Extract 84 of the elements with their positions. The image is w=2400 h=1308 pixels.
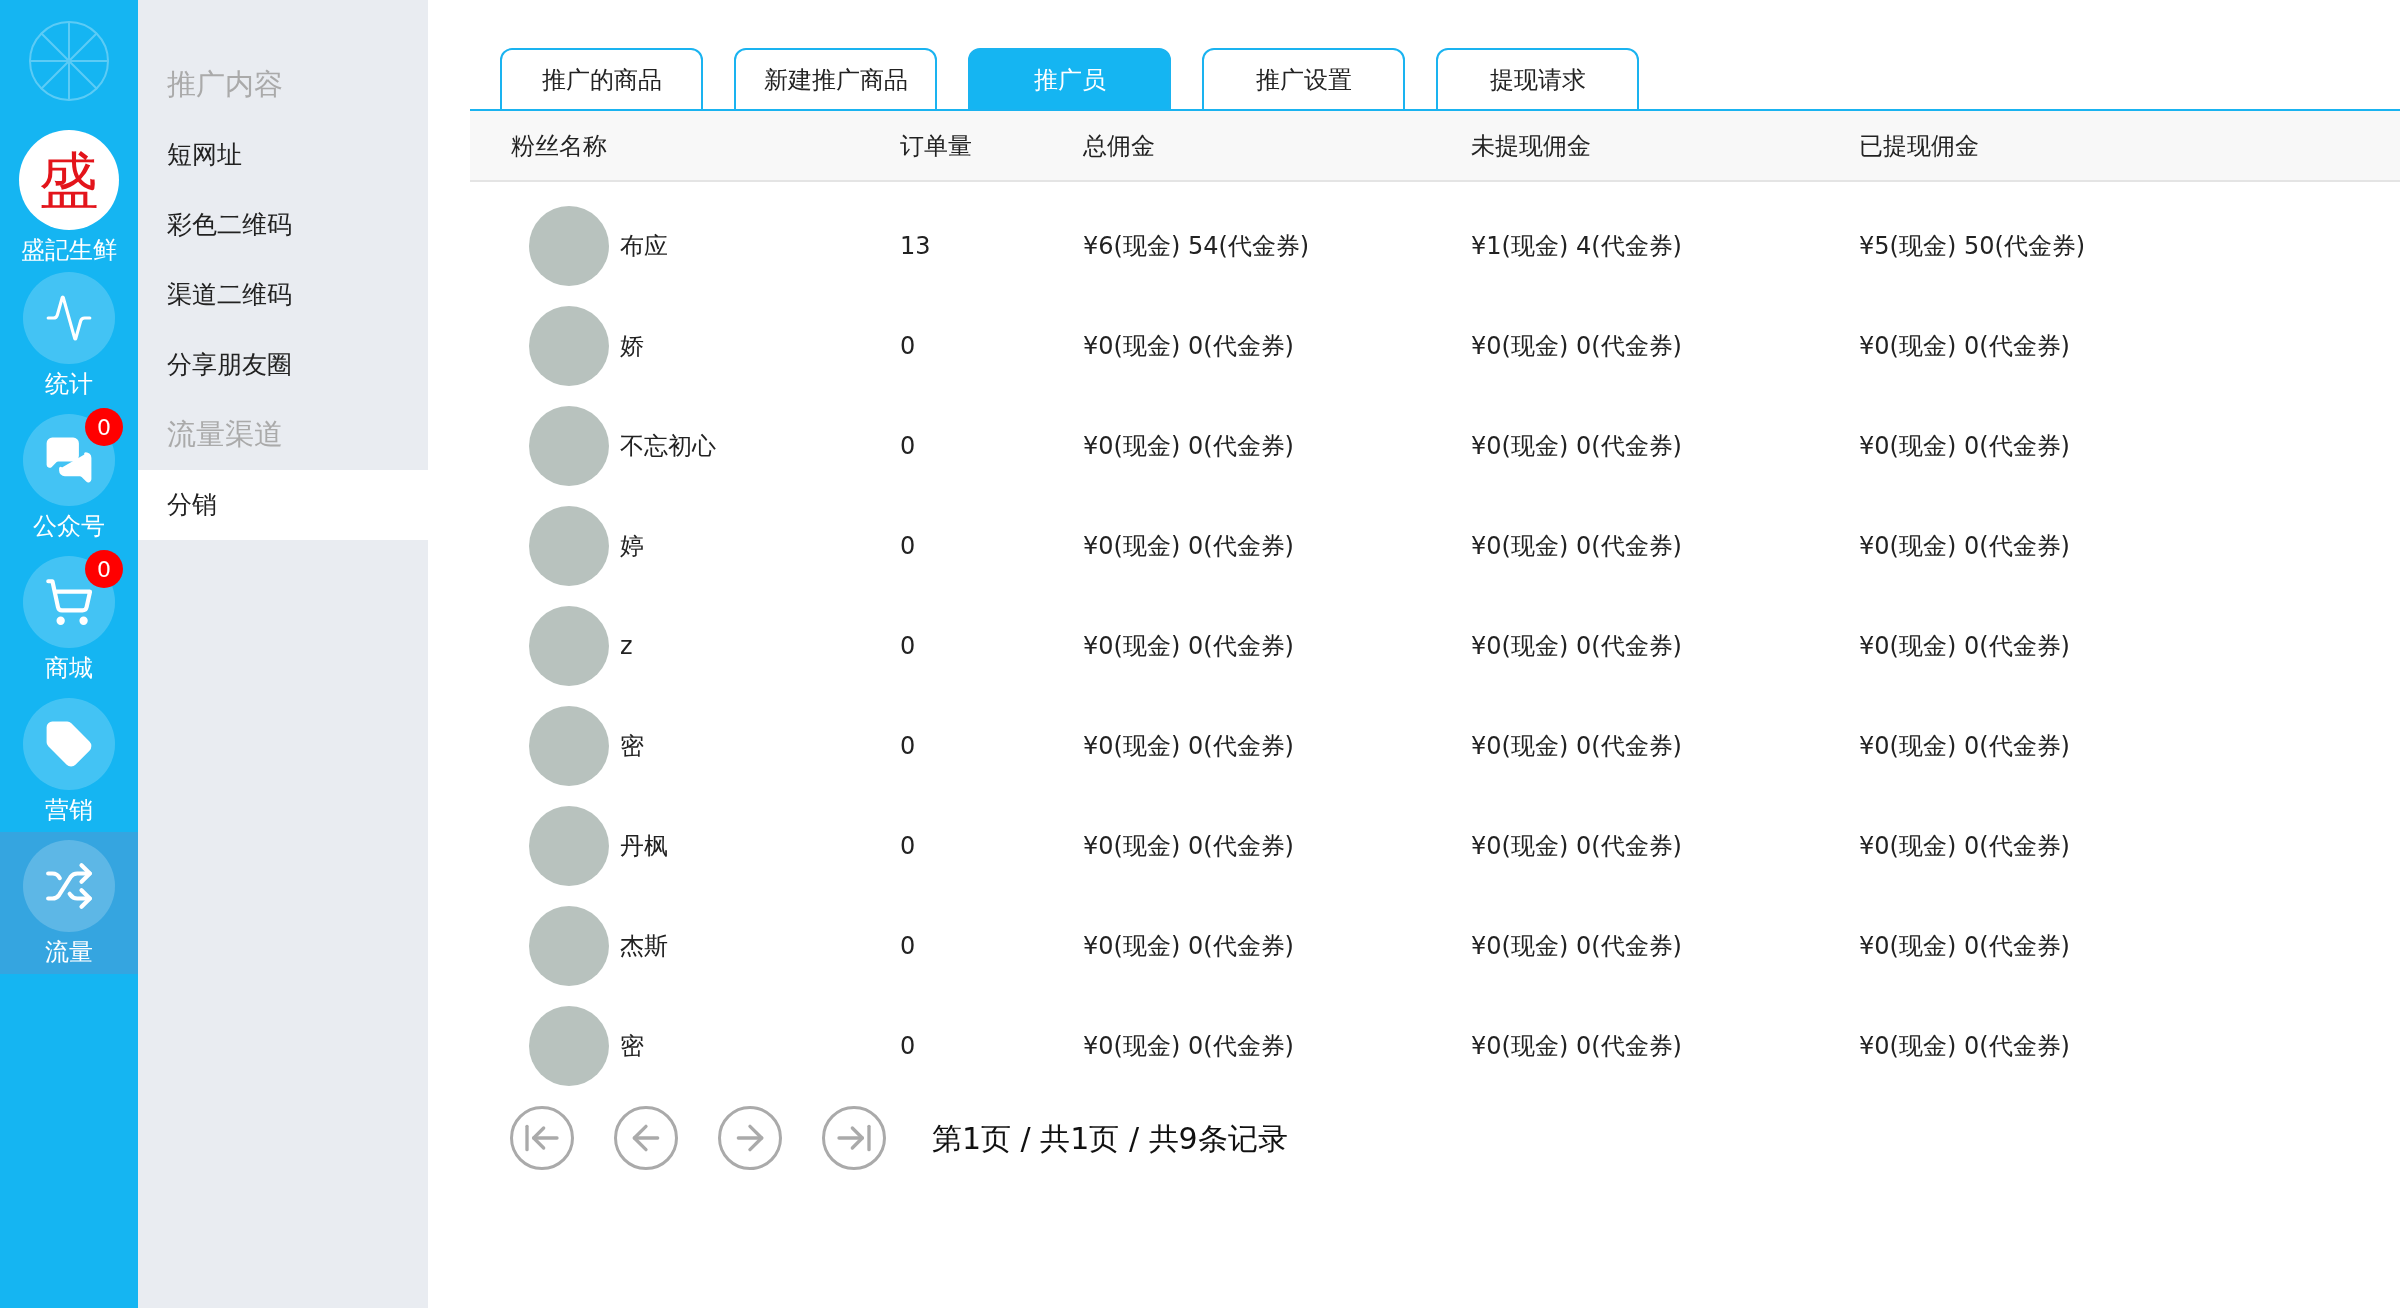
- count-badge: 0: [85, 408, 123, 446]
- pagination-summary: 第1页 / 共1页 / 共9条记录: [932, 1119, 1288, 1158]
- column-header: 订单量: [900, 131, 972, 160]
- column-header: 已提现佣金: [1859, 131, 1979, 160]
- tab[interactable]: 新建推广商品: [734, 48, 937, 111]
- brand-logo: 盛: [19, 130, 119, 230]
- previous-page-button[interactable]: [614, 1106, 678, 1170]
- count-badge: 0: [85, 550, 123, 588]
- table-cell: ¥0(现金) 0(代金券): [1083, 1032, 1294, 1060]
- rail-label: 统计: [45, 372, 93, 396]
- menu-item[interactable]: 分销: [138, 470, 428, 540]
- shuffle-icon: [44, 861, 94, 911]
- table-cell: ¥0(现金) 0(代金券): [1859, 332, 2070, 360]
- table-cell: 0: [900, 732, 916, 760]
- table-cell: 0: [900, 632, 916, 660]
- table-cell: 13: [900, 232, 931, 260]
- rail-label: 公众号: [33, 514, 105, 538]
- table-cell-text: 丹枫: [620, 831, 668, 862]
- rail-label: 流量: [45, 940, 93, 964]
- table-cell: ¥0(现金) 0(代金券): [1471, 832, 1682, 860]
- table-cell: ¥5(现金) 50(代金券): [1859, 232, 2086, 260]
- table-cell: ¥0(现金) 0(代金券): [1083, 932, 1294, 960]
- rail-label: 盛記生鲜: [21, 238, 117, 262]
- table-cell-text: z: [620, 631, 633, 662]
- last-page-button[interactable]: [822, 1106, 886, 1170]
- table-cell: ¥6(现金) 54(代金券): [1083, 232, 1310, 260]
- table-cell: 0: [900, 1032, 916, 1060]
- menu-section-title: 推广内容: [166, 66, 284, 104]
- table-cell: ¥0(现金) 0(代金券): [1471, 332, 1682, 360]
- rail-label: 营销: [45, 798, 93, 822]
- table-cell: 0: [900, 932, 916, 960]
- table-cell-text: 布应: [620, 231, 668, 262]
- table-cell: ¥0(现金) 0(代金券): [1471, 632, 1682, 660]
- chat-bubbles-icon: [44, 435, 94, 485]
- next-page-button[interactable]: [718, 1106, 782, 1170]
- table-cell: ¥0(现金) 0(代金券): [1471, 432, 1682, 460]
- table-cell: 0: [900, 532, 916, 560]
- table-cell: 0: [900, 332, 916, 360]
- rail-item[interactable]: 0 公众号: [0, 406, 138, 548]
- tab[interactable]: 推广设置: [1202, 48, 1405, 111]
- table-cell-text: 密: [620, 731, 644, 762]
- table-cell: ¥0(现金) 0(代金券): [1859, 1032, 2070, 1060]
- table-cell-text: 娇: [620, 331, 644, 362]
- table-cell: ¥0(现金) 0(代金券): [1083, 632, 1294, 660]
- table-cell: ¥0(现金) 0(代金券): [1083, 832, 1294, 860]
- table-cell: ¥0(现金) 0(代金券): [1083, 332, 1294, 360]
- table-cell-text: 婷: [620, 531, 644, 562]
- menu-item[interactable]: 彩色二维码: [138, 190, 428, 260]
- table-cell: ¥0(现金) 0(代金券): [1083, 432, 1294, 460]
- menu-section-title: 流量渠道: [166, 416, 284, 454]
- rail-item[interactable]: 0 商城: [0, 548, 138, 690]
- column-header: 粉丝名称: [511, 131, 607, 160]
- table-cell: ¥0(现金) 0(代金券): [1859, 532, 2070, 560]
- menu-item[interactable]: 分享朋友圈: [138, 330, 428, 400]
- rail-label: 商城: [45, 656, 93, 680]
- table-cell: ¥0(现金) 0(代金券): [1859, 732, 2070, 760]
- menu-item[interactable]: 短网址: [138, 120, 428, 190]
- table-cell-text: 杰斯: [620, 931, 668, 962]
- table-cell: ¥0(现金) 0(代金券): [1083, 532, 1294, 560]
- table-cell-text: 不忘初心: [620, 431, 716, 462]
- column-header: 未提现佣金: [1471, 131, 1591, 160]
- table-cell: ¥0(现金) 0(代金券): [1471, 732, 1682, 760]
- table-cell: ¥0(现金) 0(代金券): [1859, 632, 2070, 660]
- table-cell: 0: [900, 832, 916, 860]
- table-cell: ¥0(现金) 0(代金券): [1471, 932, 1682, 960]
- menu-item[interactable]: 渠道二维码: [138, 260, 428, 330]
- tab[interactable]: 推广的商品: [500, 48, 703, 111]
- table-cell: ¥1(现金) 4(代金券): [1471, 232, 1682, 260]
- pulse-icon: [44, 293, 94, 343]
- cart-icon: [44, 577, 94, 627]
- first-page-button[interactable]: [510, 1106, 574, 1170]
- tag-icon: [44, 719, 94, 769]
- rail-item[interactable]: 盛 盛記生鲜: [0, 122, 138, 264]
- table-cell: 0: [900, 432, 916, 460]
- table-cell: ¥0(现金) 0(代金券): [1859, 932, 2070, 960]
- table-cell-text: 密: [620, 1031, 644, 1062]
- wheel-icon: [28, 20, 110, 102]
- table-cell: ¥0(现金) 0(代金券): [1471, 532, 1682, 560]
- table-cell: ¥0(现金) 0(代金券): [1471, 1032, 1682, 1060]
- table-cell: ¥0(现金) 0(代金券): [1083, 732, 1294, 760]
- table-cell: ¥0(现金) 0(代金券): [1859, 432, 2070, 460]
- table-cell: ¥0(现金) 0(代金券): [1859, 832, 2070, 860]
- tab[interactable]: 提现请求: [1436, 48, 1639, 111]
- column-header: 总佣金: [1083, 131, 1155, 160]
